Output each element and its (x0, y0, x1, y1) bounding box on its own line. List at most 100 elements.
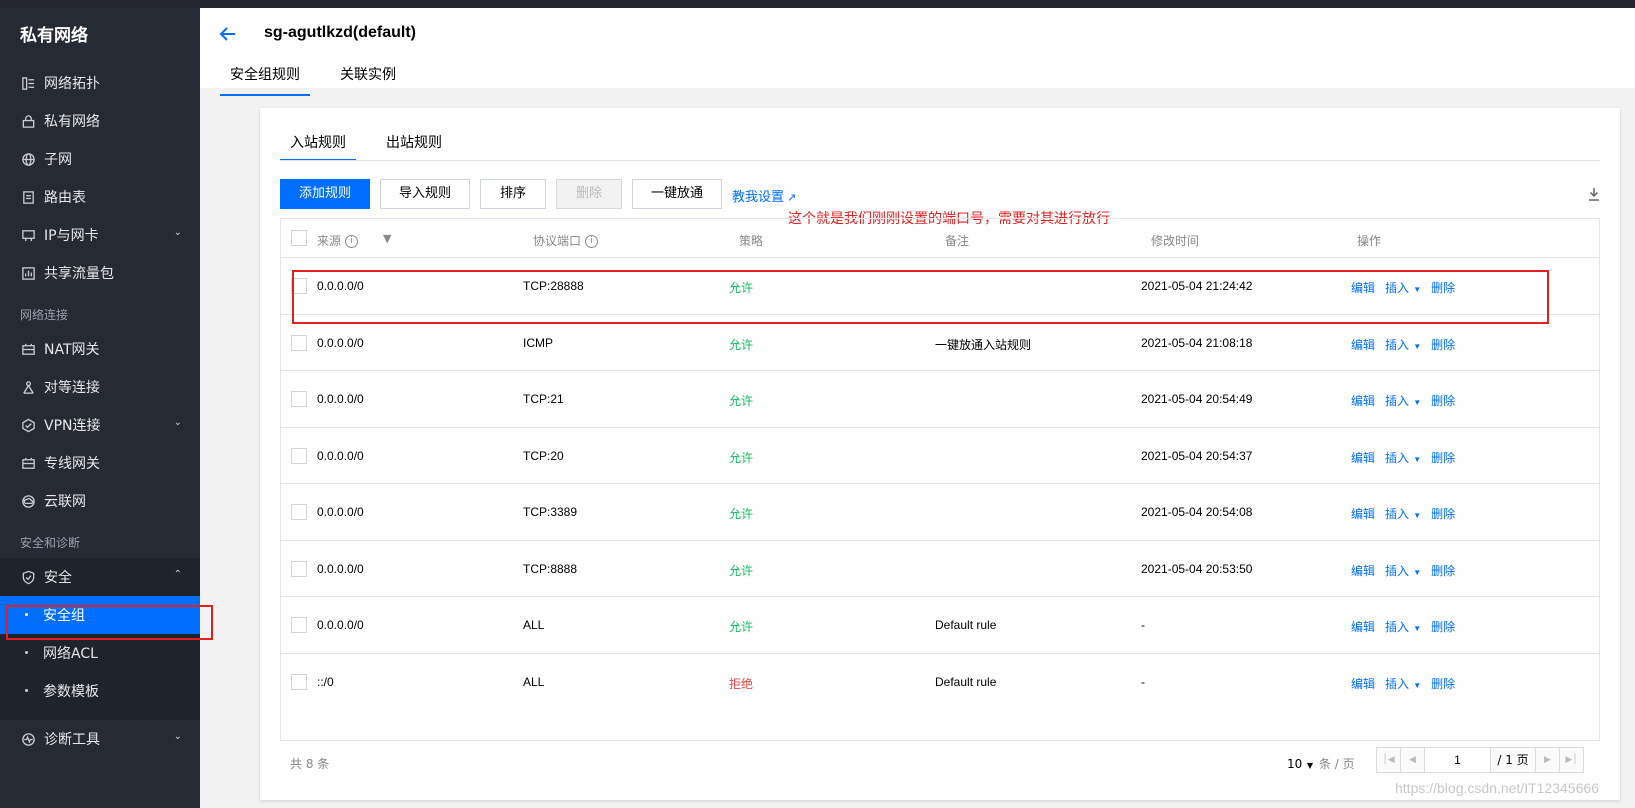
table-row: 0.0.0.0/0 TCP:20 允许 2021-05-04 20:54:37 编辑 插入… (281, 428, 1599, 484)
next-page-icon[interactable]: ▶ (1535, 748, 1559, 772)
row-actions: 编辑 插入 ▼ 删除 (1351, 505, 1465, 522)
sidebar-item-ip-nic[interactable]: IP与网卡 ⌄ (0, 216, 200, 254)
chevron-down-icon: ⌄ (173, 731, 182, 742)
cell-policy: 允许 (729, 450, 754, 465)
delete-link[interactable]: 删除 (1431, 564, 1455, 578)
row-checkbox[interactable] (291, 278, 307, 294)
edit-link[interactable]: 编辑 (1351, 394, 1375, 408)
sidebar-item-label: 共享流量包 (44, 266, 114, 282)
select-all-checkbox[interactable] (291, 230, 307, 246)
sidebar-item-traffic-package[interactable]: 共享流量包 (0, 254, 200, 292)
delete-link[interactable]: 删除 (1431, 677, 1455, 691)
filter-icon[interactable]: ▼ (383, 232, 391, 245)
delete-link[interactable]: 删除 (1431, 394, 1455, 408)
sidebar-item-vpc[interactable]: 私有网络 (0, 102, 200, 140)
sidebar-subitem-param-template[interactable]: 参数模板 (0, 672, 200, 710)
row-actions: 编辑 插入 ▼ 删除 (1351, 336, 1465, 353)
insert-label: 插入 (1385, 337, 1410, 352)
delete-link[interactable]: 删除 (1431, 281, 1455, 295)
back-arrow-icon[interactable] (218, 24, 238, 44)
cell-policy: 允许 (729, 563, 754, 578)
caret-down-icon: ▼ (1411, 454, 1422, 464)
column-label: 来源 (317, 234, 342, 248)
rules-table: 来源 i ▼ 协议端口 i 策略 备注 修改时间 操作 0.0.0.0/0 TCP:2… (280, 218, 1600, 741)
help-link[interactable]: 教我设置 ↗ (732, 186, 796, 205)
insert-dropdown[interactable]: 插入 ▼ (1385, 451, 1421, 465)
diagnostic-icon (20, 731, 36, 747)
pager: │◀ ◀ / 1 页 ▶ ▶│ (1376, 747, 1584, 773)
row-checkbox[interactable] (291, 504, 307, 520)
insert-dropdown[interactable]: 插入 ▼ (1385, 677, 1421, 691)
sort-button[interactable]: 排序 (480, 179, 546, 209)
sidebar-item-peering[interactable]: 对等连接 (0, 368, 200, 406)
info-icon[interactable]: i (345, 235, 359, 248)
add-rule-button[interactable]: 添加规则 (280, 179, 370, 209)
last-page-icon[interactable]: ▶│ (1559, 748, 1583, 772)
nic-icon (20, 227, 36, 243)
page-size-unit: 条 / 页 (1318, 757, 1355, 771)
external-link-icon: ↗ (787, 191, 797, 204)
sidebar-item-vpn[interactable]: VPN连接 ⌄ (0, 406, 200, 444)
sidebar-group-network: 网络连接 (20, 308, 69, 322)
row-checkbox[interactable] (291, 560, 307, 577)
open-all-button[interactable]: 一键放通 (632, 179, 722, 209)
delete-link[interactable]: 删除 (1431, 451, 1455, 465)
row-checkbox[interactable] (291, 391, 307, 407)
tab-security-group-rules[interactable]: 安全组规则 (220, 64, 310, 96)
edit-link[interactable]: 编辑 (1351, 281, 1375, 295)
cell-policy: 拒绝 (729, 676, 754, 691)
cell-remark: Default rule (935, 674, 997, 689)
sidebar-item-label: 网络拓扑 (44, 76, 100, 92)
sidebar-subitem-security-group[interactable]: 安全组 (0, 596, 200, 634)
top-bar (0, 0, 1635, 8)
table-row: 0.0.0.0/0 TCP:28888 允许 2021-05-04 21:24:42 编… (281, 258, 1599, 315)
insert-dropdown[interactable]: 插入 ▼ (1385, 564, 1421, 578)
sidebar-item-diagnostic[interactable]: 诊断工具 ⌄ (0, 720, 200, 758)
edit-link[interactable]: 编辑 (1351, 677, 1375, 691)
info-icon[interactable]: i (585, 235, 599, 248)
insert-label: 插入 (1385, 563, 1410, 578)
sidebar-item-nat[interactable]: NAT网关 (0, 330, 200, 368)
cell-source: ::/0 (317, 674, 334, 689)
sidebar-item-ccn[interactable]: 云联网 (0, 482, 200, 520)
sidebar-item-topology[interactable]: 网络拓扑 (0, 64, 200, 102)
insert-dropdown[interactable]: 插入 ▼ (1385, 507, 1421, 521)
delete-link[interactable]: 删除 (1431, 620, 1455, 634)
delete-link[interactable]: 删除 (1431, 507, 1455, 521)
insert-dropdown[interactable]: 插入 ▼ (1385, 338, 1421, 352)
prev-page-icon[interactable]: ◀ (1401, 748, 1425, 772)
edit-link[interactable]: 编辑 (1351, 451, 1375, 465)
sidebar-item-subnet[interactable]: 子网 (0, 140, 200, 178)
first-page-icon[interactable]: │◀ (1377, 748, 1401, 772)
topology-icon (20, 75, 36, 91)
download-icon[interactable] (1586, 186, 1602, 202)
delete-link[interactable]: 删除 (1431, 338, 1455, 352)
cloud-icon (20, 493, 36, 509)
delete-button[interactable]: 删除 (556, 179, 622, 209)
tab-inbound-rules[interactable]: 入站规则 (280, 133, 356, 161)
import-rule-button[interactable]: 导入规则 (380, 179, 470, 209)
edit-link[interactable]: 编辑 (1351, 338, 1375, 352)
sidebar-item-direct-connect[interactable]: 专线网关 (0, 444, 200, 482)
page-size-select[interactable]: 10 ▼ 条 / 页 (1287, 755, 1355, 772)
insert-dropdown[interactable]: 插入 ▼ (1385, 620, 1421, 634)
row-checkbox[interactable] (291, 447, 307, 464)
sidebar-item-label: 云联网 (44, 494, 86, 510)
edit-link[interactable]: 编辑 (1351, 564, 1375, 578)
row-checkbox[interactable] (291, 334, 307, 351)
row-checkbox[interactable] (291, 673, 307, 690)
bullet-icon (25, 689, 28, 692)
edit-link[interactable]: 编辑 (1351, 620, 1375, 634)
row-checkbox[interactable] (291, 617, 307, 633)
page-number-input[interactable] (1425, 748, 1491, 772)
edit-link[interactable]: 编辑 (1351, 507, 1375, 521)
lock-icon (20, 113, 36, 129)
tab-outbound-rules[interactable]: 出站规则 (376, 133, 452, 161)
bullet-icon (25, 613, 28, 616)
sidebar-item-route-table[interactable]: 路由表 (0, 178, 200, 216)
insert-dropdown[interactable]: 插入 ▼ (1385, 281, 1421, 295)
tab-associated-instances[interactable]: 关联实例 (330, 64, 406, 96)
insert-dropdown[interactable]: 插入 ▼ (1385, 394, 1421, 408)
sidebar-item-security[interactable]: 安全 ⌃ (0, 558, 200, 596)
sidebar-subitem-network-acl[interactable]: 网络ACL (0, 634, 200, 672)
